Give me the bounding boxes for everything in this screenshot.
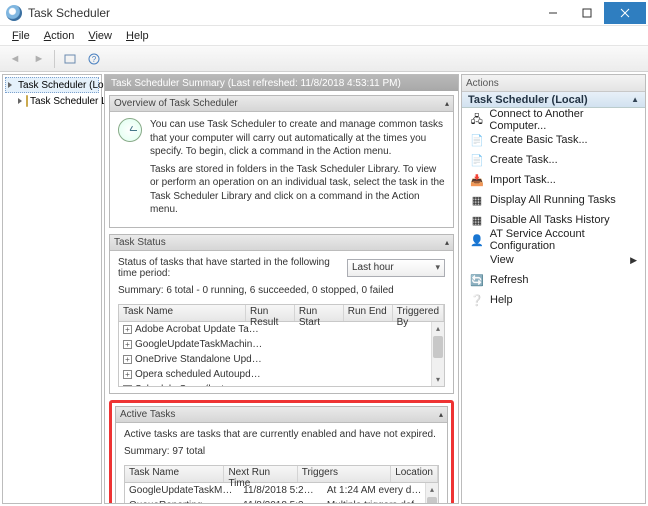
action-item[interactable]: 🖧Connect to Another Computer... [462, 110, 645, 130]
active-summary: Summary: 97 total [124, 446, 439, 457]
menu-view[interactable]: View [82, 29, 118, 43]
actions-header: Actions [462, 75, 645, 92]
col-triggers[interactable]: Triggers [298, 466, 391, 482]
action-icon: 👤 [470, 233, 484, 247]
collapse-icon[interactable]: ▴ [439, 410, 443, 419]
active-tasks-highlight: Active Tasks ▴ Active tasks are tasks tha… [109, 400, 454, 504]
tree-pane: Task Scheduler (Local) Task Scheduler Li… [2, 74, 102, 504]
col-location[interactable]: Location [391, 466, 438, 482]
action-icon: 📄 [470, 153, 484, 167]
table-row[interactable]: +Adobe Acrobat Update Task (la... [119, 322, 444, 337]
actions-pane: Actions Task Scheduler (Local)▲ 🖧Connect… [461, 74, 646, 504]
col-run-result[interactable]: Run Result [246, 305, 295, 321]
action-item[interactable]: 📄Create Basic Task... [462, 130, 645, 150]
table-row[interactable]: +GoogleUpdateTaskMachineCor... [119, 337, 444, 352]
overview-section: Overview of Task Scheduler ▴ You can use … [109, 95, 454, 228]
tree-library[interactable]: Task Scheduler Library [5, 93, 99, 109]
summary-header: Task Scheduler Summary (Last refreshed: … [105, 75, 458, 91]
task-status-section: Task Status ▴ Status of tasks that have s… [109, 234, 454, 394]
action-item[interactable]: ▦Disable All Tasks History [462, 210, 645, 230]
period-dropdown[interactable]: Last hour [347, 259, 445, 277]
overview-title: Overview of Task Scheduler [114, 98, 238, 109]
tree-root[interactable]: Task Scheduler (Local) [5, 77, 99, 93]
overview-text-1: You can use Task Scheduler to create and… [150, 118, 445, 159]
action-item[interactable]: ▦Display All Running Tasks [462, 190, 645, 210]
clock-icon [118, 118, 142, 142]
action-icon: ▦ [470, 193, 484, 207]
table-row[interactable]: +OneDrive Standalone Update Ta... [119, 352, 444, 367]
action-item[interactable]: 📥Import Task... [462, 170, 645, 190]
status-title: Task Status [114, 237, 166, 248]
action-item[interactable]: 🔄Refresh [462, 270, 645, 290]
back-button[interactable]: ◄ [4, 49, 26, 69]
status-period-label: Status of tasks that have started in the… [118, 257, 337, 279]
action-icon: ▦ [470, 213, 484, 227]
action-icon: 🔄 [470, 273, 484, 287]
status-table: Task Name Run Result Run Start Run End T… [118, 304, 445, 387]
col-triggered-by[interactable]: Triggered By [393, 305, 444, 321]
overview-text-2: Tasks are stored in folders in the Task … [150, 163, 445, 217]
col-run-end[interactable]: Run End [344, 305, 393, 321]
minimize-button[interactable] [536, 2, 570, 24]
main-pane: Task Scheduler Summary (Last refreshed: … [104, 74, 459, 504]
toolbar-icon-1[interactable] [59, 49, 81, 69]
help-button[interactable]: ? [83, 49, 105, 69]
maximize-button[interactable] [570, 2, 604, 24]
collapse-icon[interactable]: ▴ [445, 99, 449, 108]
menubar: File Action View Help [0, 26, 648, 46]
action-icon [470, 253, 484, 267]
scrollbar[interactable]: ▴▾ [431, 322, 444, 386]
active-tasks-section: Active Tasks ▴ Active tasks are tasks tha… [115, 406, 448, 504]
action-icon: ❔ [470, 293, 484, 307]
col-task-name[interactable]: Task Name [119, 305, 246, 321]
active-title: Active Tasks [120, 409, 175, 420]
active-table: Task Name Next Run Time Triggers Locatio… [124, 465, 439, 504]
close-button[interactable] [604, 2, 646, 24]
action-item[interactable]: View▶ [462, 250, 645, 270]
table-row[interactable]: +Opera scheduled Autoupdate 1... [119, 367, 444, 382]
menu-action[interactable]: Action [38, 29, 81, 43]
table-row[interactable]: GoogleUpdateTaskMachineUA11/8/2018 5:24:… [125, 483, 438, 498]
col-task-name[interactable]: Task Name [125, 466, 224, 482]
menu-file[interactable]: File [6, 29, 36, 43]
action-icon: 📄 [470, 133, 484, 147]
app-icon [6, 5, 22, 21]
collapse-icon[interactable]: ▴ [445, 238, 449, 247]
action-item[interactable]: 👤AT Service Account Configuration [462, 230, 645, 250]
action-icon: 🖧 [470, 113, 483, 127]
table-row[interactable]: QueueReporting11/8/2018 5:24:33 PMMultip… [125, 498, 438, 504]
action-item[interactable]: ❔Help [462, 290, 645, 310]
action-item[interactable]: 📄Create Task... [462, 150, 645, 170]
actions-group-label: Task Scheduler (Local)▲ [462, 92, 645, 108]
active-desc: Active tasks are tasks that are currentl… [124, 429, 439, 440]
titlebar: Task Scheduler [0, 0, 648, 26]
toolbar: ◄ ► ? [0, 46, 648, 72]
col-next-run[interactable]: Next Run Time [224, 466, 297, 482]
table-row[interactable]: +Schedule Scan (last run succee... [119, 382, 444, 386]
status-summary: Summary: 6 total - 0 running, 6 succeede… [118, 285, 445, 296]
scrollbar[interactable]: ▴▾ [425, 483, 438, 504]
svg-text:?: ? [92, 55, 97, 64]
window-title: Task Scheduler [28, 6, 536, 20]
menu-help[interactable]: Help [120, 29, 155, 43]
col-run-start[interactable]: Run Start [295, 305, 344, 321]
action-icon: 📥 [470, 173, 484, 187]
forward-button[interactable]: ► [28, 49, 50, 69]
